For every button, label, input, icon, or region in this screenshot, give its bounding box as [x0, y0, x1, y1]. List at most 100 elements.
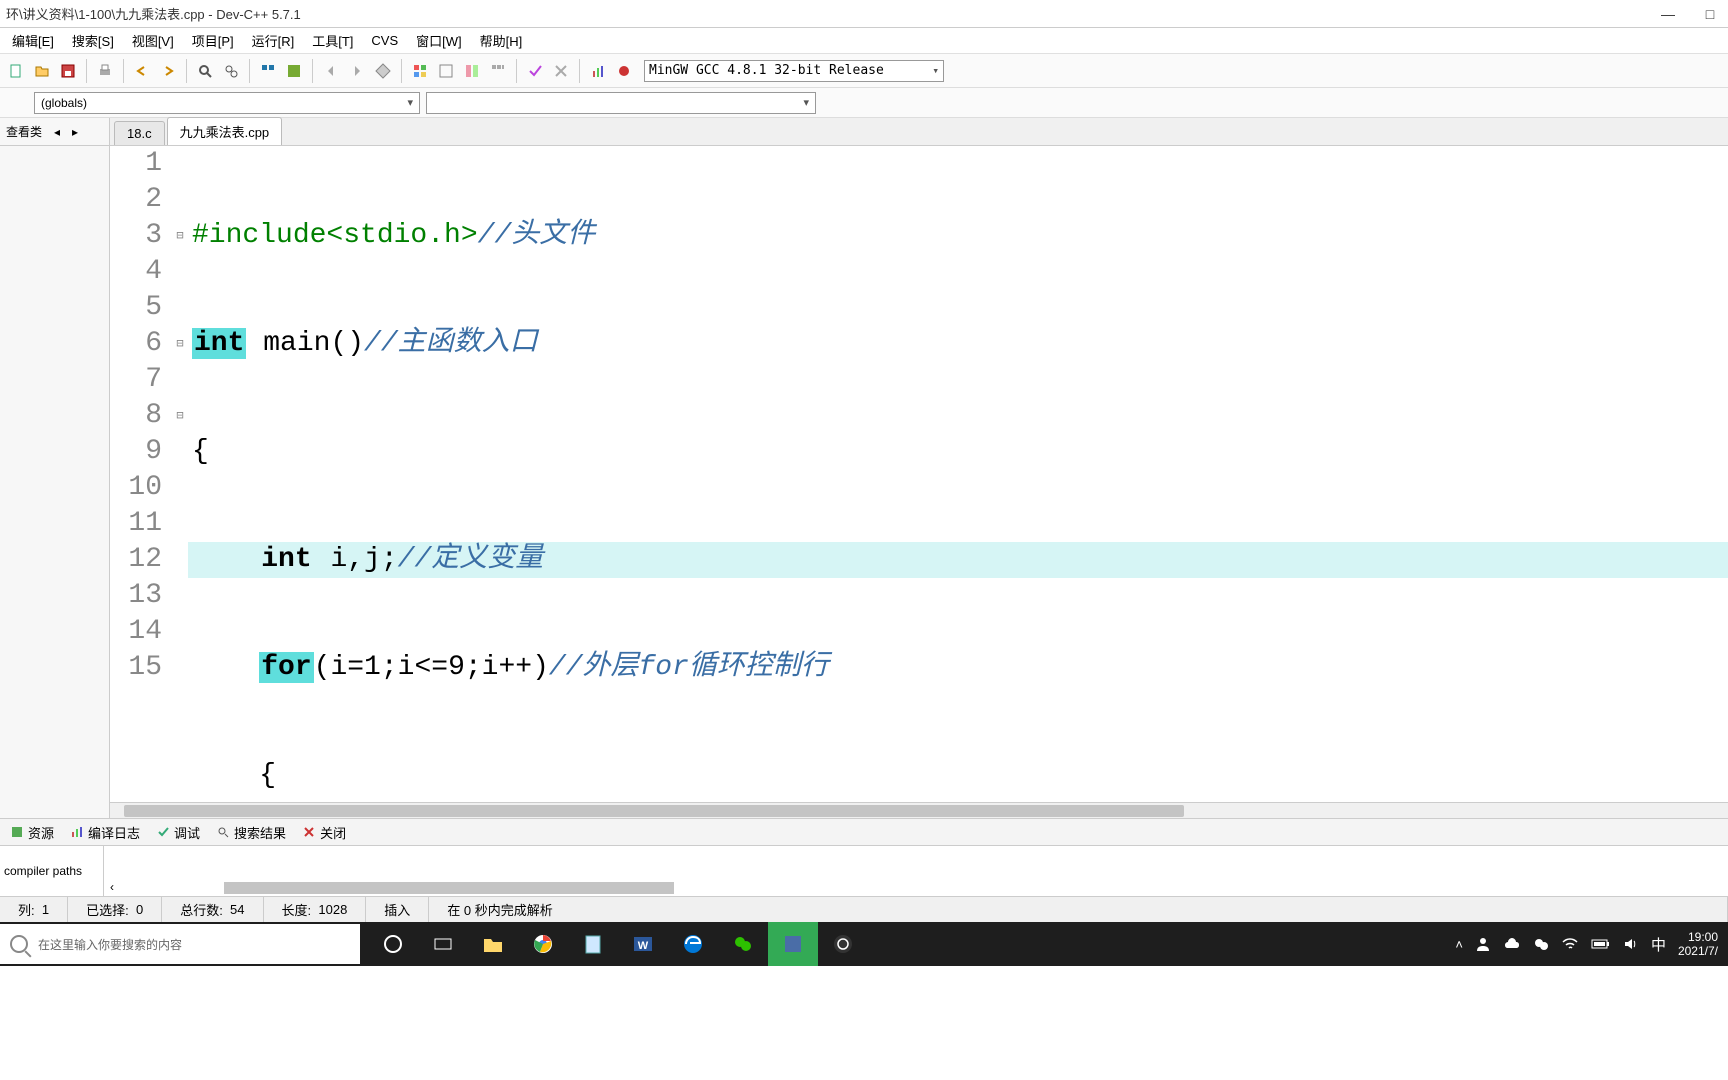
bottom-tab-debug[interactable]: 调试	[148, 819, 208, 846]
bottom-tab-label: 资源	[28, 823, 54, 842]
tray-chevron-icon[interactable]: ˄	[1455, 937, 1463, 952]
compiler-select[interactable]: MinGW GCC 4.8.1 32-bit Release	[644, 60, 944, 82]
tray-onedrive-icon[interactable]	[1503, 936, 1521, 952]
sidebar-tab-classview[interactable]: 查看类	[0, 119, 48, 144]
window-title: 环\讲义资料\1-100\九九乘法表.cpp - Dev-C++ 5.7.1	[6, 4, 1656, 23]
compiler-select-label: MinGW GCC 4.8.1 32-bit Release	[649, 63, 884, 78]
status-length: 长度: 1028	[264, 897, 367, 922]
tray-battery-icon[interactable]	[1591, 938, 1611, 950]
menu-run[interactable]: 运行[R]	[244, 28, 303, 53]
grid-1-button[interactable]	[408, 59, 432, 83]
wechat-button[interactable]	[718, 922, 768, 966]
check-button[interactable]	[523, 59, 547, 83]
fold-icon[interactable]: ⊟	[172, 326, 188, 362]
file-tab-1[interactable]: 18.c	[114, 121, 165, 145]
find-button[interactable]	[193, 59, 217, 83]
titlebar: 环\讲义资料\1-100\九九乘法表.cpp - Dev-C++ 5.7.1 —…	[0, 0, 1728, 28]
tray-wifi-icon[interactable]	[1561, 936, 1579, 952]
code-text[interactable]: #include<stdio.h>//头文件 int main()//主函数入口…	[188, 146, 1728, 802]
main-toolbar: MinGW GCC 4.8.1 32-bit Release	[0, 54, 1728, 88]
bottom-panel-content: ‹	[104, 846, 1728, 896]
minimize-button[interactable]: —	[1656, 6, 1680, 22]
save-file-button[interactable]	[56, 59, 80, 83]
menu-search[interactable]: 搜索[S]	[64, 28, 122, 53]
undo-button[interactable]	[130, 59, 154, 83]
menu-project[interactable]: 项目[P]	[184, 28, 242, 53]
menu-cvs[interactable]: CVS	[363, 30, 406, 51]
file-tab-2[interactable]: 九九乘法表.cpp	[167, 117, 283, 145]
code-token: #include<stdio.h>	[192, 220, 478, 251]
tray-people-icon[interactable]	[1475, 936, 1491, 952]
line-number: 6	[110, 326, 162, 362]
taskview-button[interactable]	[418, 922, 468, 966]
menu-window[interactable]: 窗口[W]	[408, 28, 470, 53]
clock-date: 2021/7/	[1678, 944, 1718, 958]
grid-3-button[interactable]	[460, 59, 484, 83]
grid-2-button[interactable]	[434, 59, 458, 83]
menu-tools[interactable]: 工具[T]	[304, 28, 361, 53]
code-editor[interactable]: 1 2 3 4 5 6 7 8 9 10 11 12 13 14 15 ⊟ ⊟⊟	[110, 146, 1728, 802]
editor-area: 18.c 九九乘法表.cpp 1 2 3 4 5 6 7 8 9 10 11 1…	[110, 118, 1728, 818]
member-combo[interactable]	[426, 92, 816, 114]
find-replace-button[interactable]	[219, 59, 243, 83]
redo-button[interactable]	[156, 59, 180, 83]
nav-forward-button[interactable]	[345, 59, 369, 83]
scope-combo[interactable]: (globals)	[34, 92, 420, 114]
line-number: 8	[110, 398, 162, 434]
line-number: 11	[110, 506, 162, 542]
sidebar-tab-next[interactable]: ▸	[66, 121, 84, 143]
taskbar-search[interactable]: 在这里输入你要搜索的内容	[0, 924, 360, 964]
status-insert: 插入	[366, 897, 429, 922]
debug-stop-button[interactable]	[371, 59, 395, 83]
file-tabs: 18.c 九九乘法表.cpp	[110, 118, 1728, 146]
goto-button[interactable]	[4, 92, 28, 114]
fold-icon[interactable]: ⊟	[172, 218, 188, 254]
fold-icon[interactable]: ⊟	[172, 398, 188, 434]
bottom-tab-search[interactable]: 搜索结果	[208, 819, 294, 846]
editor-hscrollbar[interactable]	[110, 802, 1728, 818]
obs-button[interactable]	[818, 922, 868, 966]
code-keyword: for	[259, 652, 313, 683]
compile-button[interactable]	[256, 59, 280, 83]
nav-back-button[interactable]	[319, 59, 343, 83]
tray-ime-label[interactable]: 中	[1651, 934, 1666, 955]
tray-volume-icon[interactable]	[1623, 936, 1639, 952]
code-token: {	[192, 436, 209, 467]
new-file-button[interactable]	[4, 59, 28, 83]
menu-edit[interactable]: 编辑[E]	[4, 28, 62, 53]
tray-wechat-icon[interactable]	[1533, 936, 1549, 952]
print-button[interactable]	[93, 59, 117, 83]
menu-help[interactable]: 帮助[H]	[472, 28, 531, 53]
devcpp-button[interactable]	[768, 922, 818, 966]
bottom-tab-log[interactable]: 编译日志	[62, 819, 148, 846]
word-button[interactable]: W	[618, 922, 668, 966]
status-column: 列: 1	[0, 897, 68, 922]
scrollbar-thumb[interactable]	[124, 805, 1184, 817]
notepad-button[interactable]	[568, 922, 618, 966]
cancel-button[interactable]	[549, 59, 573, 83]
menu-view[interactable]: 视图[V]	[124, 28, 182, 53]
line-number: 13	[110, 578, 162, 614]
sidebar-tab-prev[interactable]: ◂	[48, 121, 66, 143]
edge-button[interactable]	[668, 922, 718, 966]
explorer-button[interactable]	[468, 922, 518, 966]
taskbar-clock[interactable]: 19:00 2021/7/	[1678, 930, 1718, 959]
code-comment: //头文件	[478, 220, 596, 251]
code-comment: //定义变量	[398, 544, 544, 575]
window-controls: — □	[1656, 6, 1722, 22]
bottom-tab-close[interactable]: 关闭	[294, 819, 354, 846]
bottom-tab-resource[interactable]: 资源	[2, 819, 62, 846]
profile-button[interactable]	[586, 59, 610, 83]
cortana-button[interactable]	[368, 922, 418, 966]
bottom-scrollbar-thumb[interactable]	[224, 882, 674, 894]
bottom-panel: compiler paths ‹	[0, 846, 1728, 896]
debug-button[interactable]	[612, 59, 636, 83]
chrome-button[interactable]	[518, 922, 568, 966]
maximize-button[interactable]: □	[1698, 6, 1722, 22]
clock-time: 19:00	[1678, 930, 1718, 944]
grid-4-button[interactable]	[486, 59, 510, 83]
windows-taskbar: 在这里输入你要搜索的内容 W ˄ 中 19:00 2021/7/	[0, 922, 1728, 966]
scroll-left-icon[interactable]: ‹	[110, 880, 114, 894]
open-file-button[interactable]	[30, 59, 54, 83]
run-button[interactable]	[282, 59, 306, 83]
